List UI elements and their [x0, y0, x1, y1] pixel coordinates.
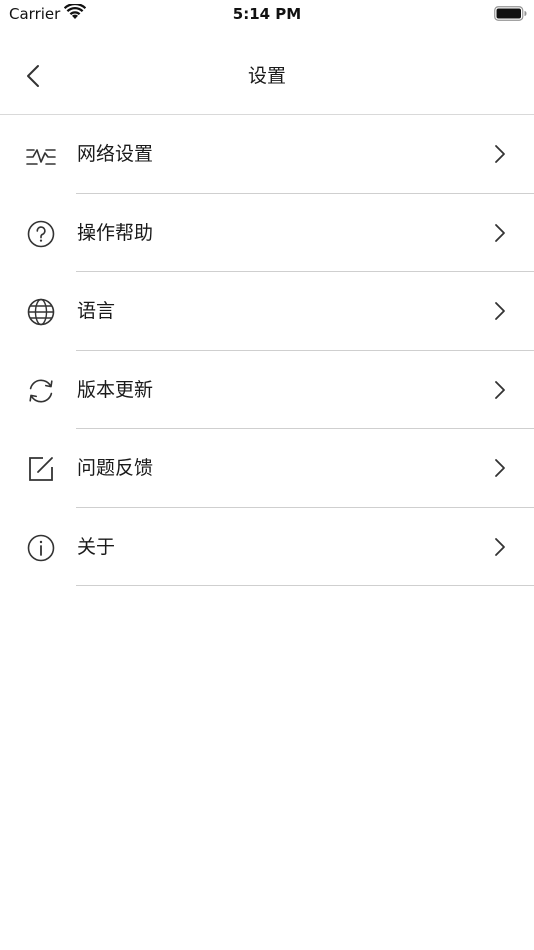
settings-item-update[interactable]: 版本更新: [0, 351, 534, 429]
settings-item-network[interactable]: 网络设置: [0, 115, 534, 194]
page-title: 设置: [247, 65, 286, 87]
globe-icon: [26, 297, 56, 327]
chevron-right-icon: [490, 379, 510, 401]
help-icon: [26, 219, 56, 249]
settings-item-label: 问题反馈: [77, 457, 154, 479]
refresh-icon: [26, 376, 56, 406]
info-icon: [26, 533, 56, 563]
edit-icon: [26, 454, 56, 484]
divider: [76, 585, 534, 586]
settings-item-feedback[interactable]: 问题反馈: [0, 429, 534, 508]
nav-bar: 设置: [0, 28, 534, 115]
network-pulse-icon: [26, 140, 56, 170]
settings-item-label: 关于: [77, 535, 116, 558]
settings-item-label: 网络设置: [77, 143, 154, 165]
chevron-right-icon: [490, 536, 510, 558]
settings-item-about[interactable]: 关于: [0, 508, 534, 586]
status-bar: Carrier 5:14 PM: [0, 0, 534, 28]
settings-item-language[interactable]: 语言: [0, 272, 534, 351]
battery-icon: [494, 6, 527, 21]
chevron-right-icon: [490, 143, 510, 165]
status-time: 5:14 PM: [232, 5, 302, 23]
chevron-right-icon: [490, 222, 510, 244]
settings-item-label: 语言: [77, 300, 116, 322]
chevron-right-icon: [490, 457, 510, 479]
settings-list: 网络设置 操作帮助 语言 版本更新 问题反馈 关于: [0, 115, 534, 586]
settings-item-label: 版本更新: [77, 378, 154, 401]
chevron-right-icon: [490, 300, 510, 322]
settings-item-label: 操作帮助: [77, 221, 154, 244]
settings-item-help[interactable]: 操作帮助: [0, 194, 534, 272]
